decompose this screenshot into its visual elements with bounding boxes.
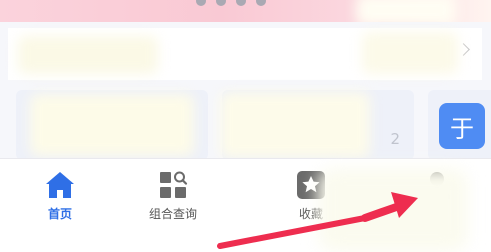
app-tile-icon[interactable]: 于 <box>439 103 485 149</box>
redaction-patch <box>30 94 194 156</box>
app-tile-glyph: 于 <box>450 114 474 143</box>
carousel-dot[interactable] <box>196 0 206 6</box>
tab-label: 首页 <box>47 207 72 221</box>
redaction-patch <box>362 32 458 74</box>
carousel-dot[interactable] <box>216 0 226 6</box>
card-value: 2 <box>390 130 400 148</box>
tab-home[interactable]: 首页 <box>0 169 120 229</box>
grid-search-icon <box>157 169 189 201</box>
carousel-dot[interactable] <box>236 0 246 6</box>
redaction-patch <box>220 92 370 158</box>
tab-label: 组合查询 <box>148 207 197 221</box>
tab-combo-query[interactable]: 组合查询 <box>113 169 233 229</box>
carousel-indicator <box>196 0 266 6</box>
redaction-patch <box>18 36 158 74</box>
home-icon <box>44 169 76 201</box>
chevron-right-icon <box>457 43 470 56</box>
carousel-dot[interactable] <box>256 0 266 6</box>
redaction-patch <box>318 168 468 252</box>
